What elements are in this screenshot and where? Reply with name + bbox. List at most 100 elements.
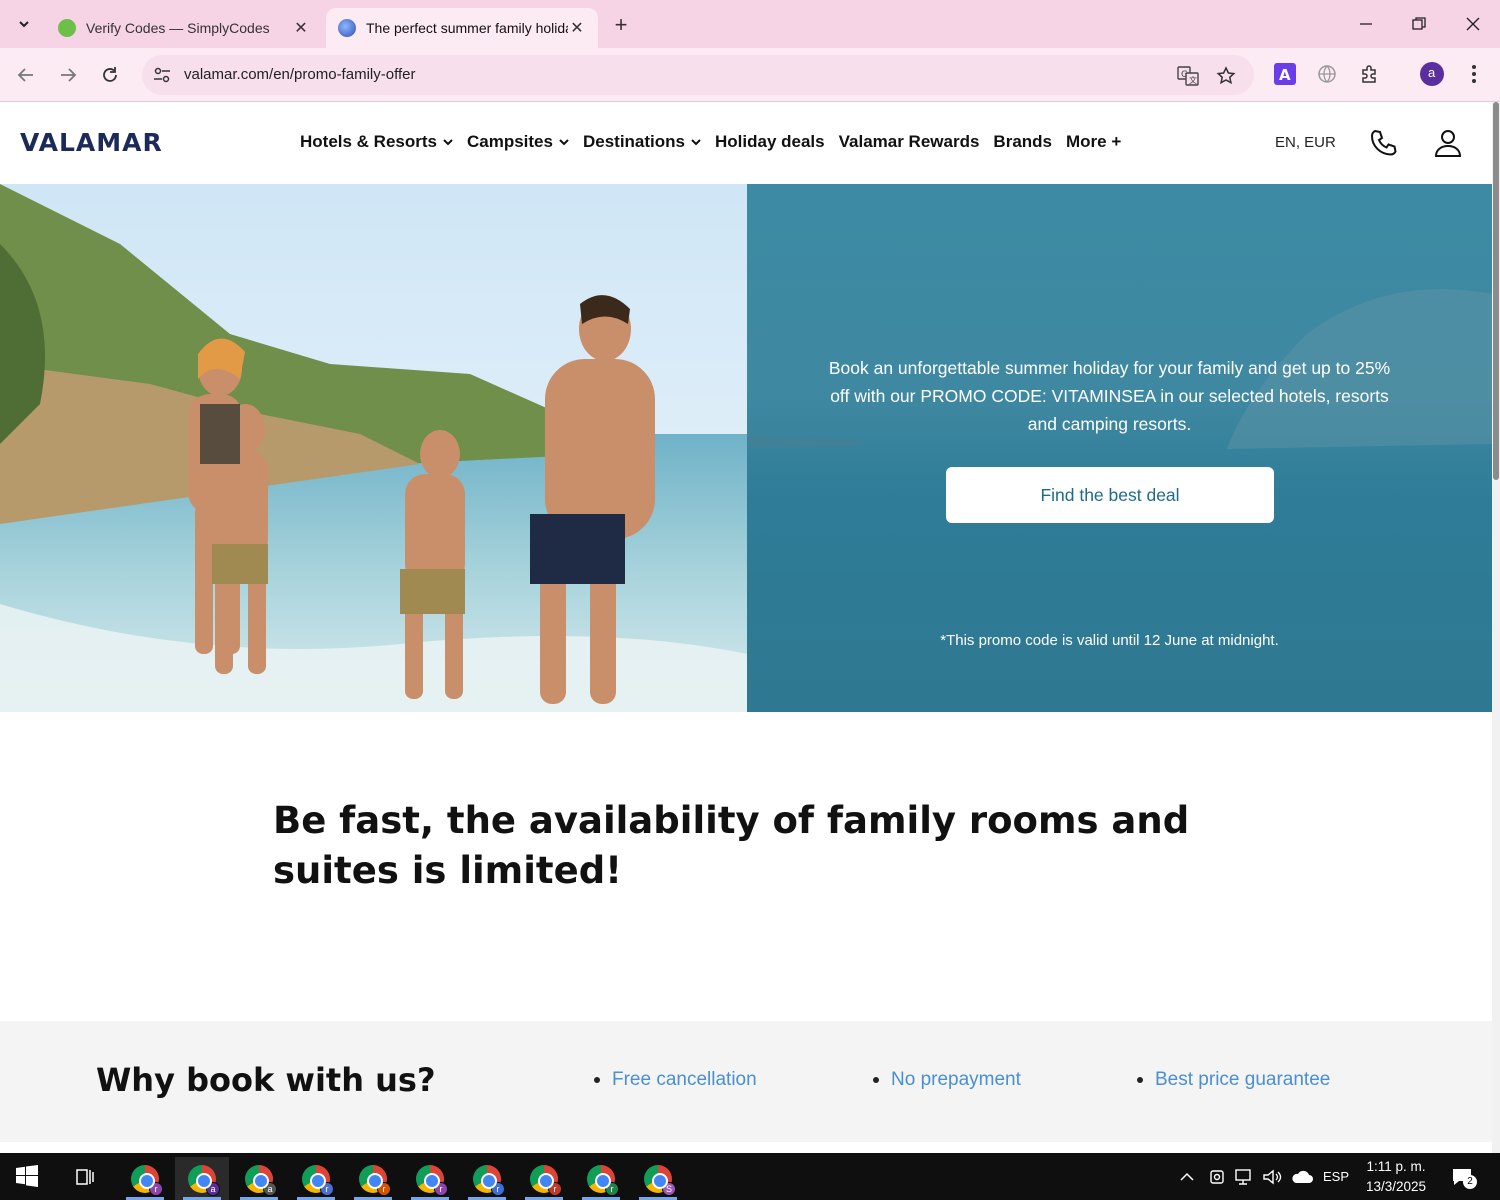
taskbar-chrome-9[interactable]: r [574,1157,628,1200]
bookmark-button[interactable] [1215,65,1237,87]
new-tab-button[interactable]: + [609,12,633,38]
taskbar-chrome-2[interactable]: a [175,1157,229,1200]
nav-brands[interactable]: Brands [993,132,1052,152]
network-button[interactable] [1234,1153,1254,1200]
bullet [1137,1077,1143,1083]
taskbar-chrome-4[interactable]: r [289,1157,343,1200]
close-tab-icon[interactable]: ✕ [568,18,586,38]
extension-a-button[interactable]: A [1273,62,1297,86]
forward-button[interactable] [54,61,82,89]
chrome-icon: r [302,1164,334,1196]
tab-simplycodes[interactable]: Verify Codes — SimplyCodes ✕ [46,8,322,48]
taskbar-chrome-10[interactable]: S [631,1157,685,1200]
windows-start-icon[interactable] [16,1165,38,1187]
close-window-button[interactable] [1453,8,1493,40]
user-account-icon[interactable] [1433,128,1463,158]
meet-now-button[interactable] [1208,1153,1226,1200]
nav-more[interactable]: More + [1066,132,1121,152]
chrome-icon: r [473,1164,505,1196]
nav-destinations[interactable]: Destinations [583,132,701,152]
promo-panel: Book an unforgettable summer holiday for… [747,184,1492,712]
nav-campsites[interactable]: Campsites [467,132,569,152]
profile-badge: r [320,1181,334,1196]
kebab-menu-icon [1472,65,1476,83]
main-navigation: Hotels & Resorts Campsites Destinations … [300,132,1121,152]
profile-initial: a [1428,65,1436,80]
nav-label: Destinations [582,132,685,151]
hero-banner: Book an unforgettable summer holiday for… [0,184,1492,712]
bullet [594,1077,600,1083]
input-language-indicator[interactable]: ESP [1323,1153,1349,1200]
benefit-best-price[interactable]: Best price guarantee [1137,1069,1330,1091]
promo-description: Book an unforgettable summer holiday for… [828,358,1391,434]
translate-button[interactable]: G文 [1177,65,1199,87]
system-clock[interactable]: 1:11 p. m. 13/3/2025 [1366,1157,1426,1197]
browser-menu-button[interactable] [1462,62,1486,86]
reload-icon [103,67,117,82]
close-icon [1466,17,1480,31]
task-view-icon[interactable] [74,1166,96,1188]
chevron-down-icon [691,139,701,146]
chrome-icon: a [245,1164,277,1196]
find-best-deal-button[interactable]: Find the best deal [946,467,1274,523]
chrome-icon: r [587,1164,619,1196]
nav-label: Brands [993,132,1052,151]
taskbar-chrome-3[interactable]: a [232,1157,286,1200]
chrome-icon: r [530,1164,562,1196]
taskbar-chrome-1[interactable]: r [118,1157,172,1200]
profile-button[interactable]: a [1420,62,1444,86]
nav-holiday-deals[interactable]: Holiday deals [715,132,825,152]
nav-hotels-resorts[interactable]: Hotels & Resorts [300,132,453,152]
translate-icon: G文 [1177,66,1199,86]
simplycodes-favicon-icon [58,19,76,37]
valamar-logo[interactable]: VALAMAR [20,128,163,157]
tab-search-button[interactable] [10,10,38,38]
show-hidden-icons-button[interactable] [1180,1153,1194,1200]
clock-time: 1:11 p. m. [1366,1159,1426,1174]
page-scrollbar[interactable] [1492,102,1500,1153]
notification-center-button[interactable]: 2 [1451,1153,1477,1200]
valamar-favicon-icon [338,19,356,37]
star-icon [1216,66,1236,85]
profile-badge: a [263,1181,277,1196]
profile-badge: r [605,1181,619,1196]
minimize-button[interactable] [1346,8,1386,40]
why-book-section: Why book with us? Free cancellation No p… [0,1021,1492,1142]
reload-button[interactable] [96,61,124,89]
back-button[interactable] [12,61,40,89]
clock-date: 13/3/2025 [1366,1179,1427,1194]
chrome-icon: r [359,1164,391,1196]
chevron-down-icon [19,21,29,28]
close-tab-icon[interactable]: ✕ [292,18,310,38]
scrollbar-thumb[interactable] [1493,102,1499,480]
chrome-icon: r [416,1164,448,1196]
phone-icon[interactable] [1368,128,1398,158]
benefit-no-prepayment[interactable]: No prepayment [873,1069,1021,1091]
tab-valamar[interactable]: The perfect summer family holiday ✕ [326,8,598,48]
taskbar-chrome-7[interactable]: r [460,1157,514,1200]
benefit-label: No prepayment [891,1069,1021,1090]
extensions-button[interactable] [1358,62,1382,86]
notification-count: 2 [1463,1175,1477,1189]
taskbar-chrome-6[interactable]: r [403,1157,457,1200]
availability-headline: Be fast, the availability of family room… [273,799,1190,892]
profile-badge: r [548,1181,562,1196]
volume-button[interactable] [1262,1153,1282,1200]
benefit-label: Free cancellation [612,1069,757,1090]
taskbar-chrome-8[interactable]: r [517,1157,571,1200]
windows-taskbar: r a a r r r r r r S ESP 1:11 p. m. 13/3/… [0,1153,1500,1200]
language-currency-selector[interactable]: EN, EUR [1275,134,1336,151]
nav-label: Hotels & Resorts [300,132,437,151]
extension-globe-button[interactable] [1315,62,1339,86]
family-beach-illustration [0,184,747,712]
benefit-free-cancellation[interactable]: Free cancellation [594,1069,757,1091]
site-header: VALAMAR Hotels & Resorts Campsites Desti… [0,102,1492,184]
profile-badge: r [149,1181,163,1196]
camera-icon [1210,1169,1224,1184]
site-settings-icon[interactable] [152,65,172,85]
nav-valamar-rewards[interactable]: Valamar Rewards [839,132,980,152]
onedrive-button[interactable] [1291,1153,1313,1200]
taskbar-chrome-5[interactable]: r [346,1157,400,1200]
address-bar[interactable]: valamar.com/en/promo-family-offer G文 [142,55,1254,95]
restore-button[interactable] [1399,8,1439,40]
